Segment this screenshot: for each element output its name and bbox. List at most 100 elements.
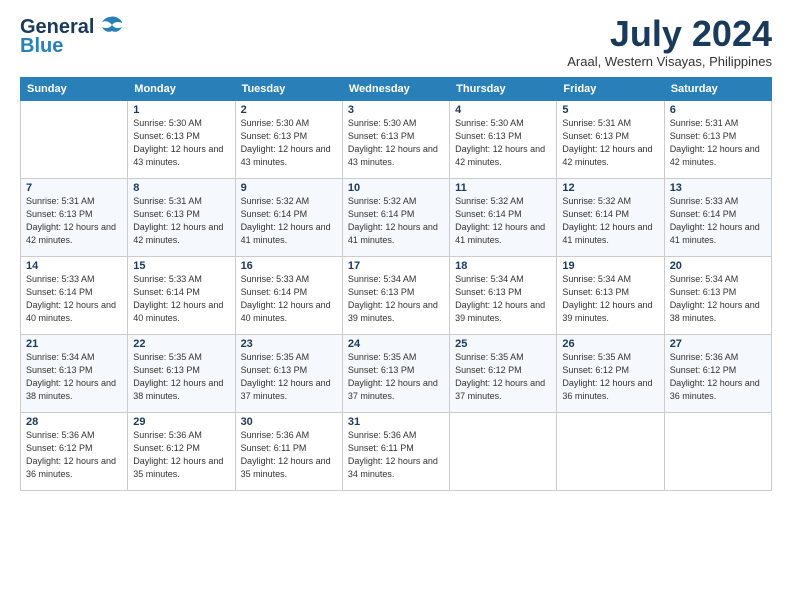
- day-number: 4: [455, 104, 551, 116]
- day-number: 6: [670, 104, 766, 116]
- calendar-week-row: 1Sunrise: 5:30 AMSunset: 6:13 PMDaylight…: [21, 101, 772, 179]
- title-area: July 2024 Araal, Western Visayas, Philip…: [567, 16, 772, 69]
- location: Araal, Western Visayas, Philippines: [567, 54, 772, 69]
- day-info: Sunrise: 5:34 AMSunset: 6:13 PMDaylight:…: [562, 273, 658, 325]
- table-row: 25Sunrise: 5:35 AMSunset: 6:12 PMDayligh…: [450, 335, 557, 413]
- day-info: Sunrise: 5:34 AMSunset: 6:13 PMDaylight:…: [348, 273, 444, 325]
- table-row: 20Sunrise: 5:34 AMSunset: 6:13 PMDayligh…: [664, 257, 771, 335]
- table-row: 4Sunrise: 5:30 AMSunset: 6:13 PMDaylight…: [450, 101, 557, 179]
- day-info: Sunrise: 5:32 AMSunset: 6:14 PMDaylight:…: [348, 195, 444, 247]
- table-row: 23Sunrise: 5:35 AMSunset: 6:13 PMDayligh…: [235, 335, 342, 413]
- table-row: 5Sunrise: 5:31 AMSunset: 6:13 PMDaylight…: [557, 101, 664, 179]
- day-number: 14: [26, 260, 122, 272]
- page: General Blue July 2024 Araal, Western Vi…: [0, 0, 792, 612]
- table-row: 8Sunrise: 5:31 AMSunset: 6:13 PMDaylight…: [128, 179, 235, 257]
- table-row: 15Sunrise: 5:33 AMSunset: 6:14 PMDayligh…: [128, 257, 235, 335]
- table-row: 19Sunrise: 5:34 AMSunset: 6:13 PMDayligh…: [557, 257, 664, 335]
- table-row: 21Sunrise: 5:34 AMSunset: 6:13 PMDayligh…: [21, 335, 128, 413]
- day-info: Sunrise: 5:33 AMSunset: 6:14 PMDaylight:…: [26, 273, 122, 325]
- table-row: 31Sunrise: 5:36 AMSunset: 6:11 PMDayligh…: [342, 413, 449, 491]
- table-row: 11Sunrise: 5:32 AMSunset: 6:14 PMDayligh…: [450, 179, 557, 257]
- day-number: 19: [562, 260, 658, 272]
- table-row: [664, 413, 771, 491]
- col-thursday: Thursday: [450, 78, 557, 101]
- day-number: 22: [133, 338, 229, 350]
- calendar-header-row: Sunday Monday Tuesday Wednesday Thursday…: [21, 78, 772, 101]
- day-number: 11: [455, 182, 551, 194]
- day-info: Sunrise: 5:34 AMSunset: 6:13 PMDaylight:…: [670, 273, 766, 325]
- day-info: Sunrise: 5:33 AMSunset: 6:14 PMDaylight:…: [241, 273, 337, 325]
- col-saturday: Saturday: [664, 78, 771, 101]
- day-number: 27: [670, 338, 766, 350]
- table-row: 24Sunrise: 5:35 AMSunset: 6:13 PMDayligh…: [342, 335, 449, 413]
- day-number: 24: [348, 338, 444, 350]
- day-number: 1: [133, 104, 229, 116]
- day-info: Sunrise: 5:30 AMSunset: 6:13 PMDaylight:…: [133, 117, 229, 169]
- col-monday: Monday: [128, 78, 235, 101]
- day-number: 21: [26, 338, 122, 350]
- day-info: Sunrise: 5:32 AMSunset: 6:14 PMDaylight:…: [241, 195, 337, 247]
- day-info: Sunrise: 5:35 AMSunset: 6:12 PMDaylight:…: [455, 351, 551, 403]
- col-sunday: Sunday: [21, 78, 128, 101]
- table-row: 12Sunrise: 5:32 AMSunset: 6:14 PMDayligh…: [557, 179, 664, 257]
- col-friday: Friday: [557, 78, 664, 101]
- day-info: Sunrise: 5:30 AMSunset: 6:13 PMDaylight:…: [348, 117, 444, 169]
- table-row: 26Sunrise: 5:35 AMSunset: 6:12 PMDayligh…: [557, 335, 664, 413]
- day-number: 28: [26, 416, 122, 428]
- table-row: 1Sunrise: 5:30 AMSunset: 6:13 PMDaylight…: [128, 101, 235, 179]
- day-number: 10: [348, 182, 444, 194]
- day-number: 15: [133, 260, 229, 272]
- calendar-table: Sunday Monday Tuesday Wednesday Thursday…: [20, 77, 772, 491]
- day-number: 8: [133, 182, 229, 194]
- header: General Blue July 2024 Araal, Western Vi…: [20, 16, 772, 69]
- table-row: 29Sunrise: 5:36 AMSunset: 6:12 PMDayligh…: [128, 413, 235, 491]
- day-number: 3: [348, 104, 444, 116]
- day-number: 12: [562, 182, 658, 194]
- logo-blue-text: Blue: [20, 35, 63, 58]
- calendar-week-row: 28 Sunrise: 5:36 AMSunset: 6:12 PMDayligh…: [21, 413, 772, 491]
- day-info: Sunrise: 5:31 AMSunset: 6:13 PMDaylight:…: [670, 117, 766, 169]
- table-row: 3Sunrise: 5:30 AMSunset: 6:13 PMDaylight…: [342, 101, 449, 179]
- day-number: 17: [348, 260, 444, 272]
- day-info: Sunrise: 5:32 AMSunset: 6:14 PMDaylight:…: [455, 195, 551, 247]
- table-row: 30Sunrise: 5:36 AMSunset: 6:11 PMDayligh…: [235, 413, 342, 491]
- day-info: Sunrise: 5:36 AMSunset: 6:12 PMDaylight:…: [133, 429, 229, 481]
- table-row: 22Sunrise: 5:35 AMSunset: 6:13 PMDayligh…: [128, 335, 235, 413]
- table-row: 16Sunrise: 5:33 AMSunset: 6:14 PMDayligh…: [235, 257, 342, 335]
- day-number: 23: [241, 338, 337, 350]
- table-row: 9Sunrise: 5:32 AMSunset: 6:14 PMDaylight…: [235, 179, 342, 257]
- day-info: Sunrise: 5:35 AMSunset: 6:13 PMDaylight:…: [348, 351, 444, 403]
- day-info: Sunrise: 5:33 AMSunset: 6:14 PMDaylight:…: [670, 195, 766, 247]
- calendar-week-row: 14Sunrise: 5:33 AMSunset: 6:14 PMDayligh…: [21, 257, 772, 335]
- table-row: 7Sunrise: 5:31 AMSunset: 6:13 PMDaylight…: [21, 179, 128, 257]
- day-number: 26: [562, 338, 658, 350]
- table-row: 28Sunrise: 5:36 AMSunset: 6:12 PMDayligh…: [21, 413, 128, 491]
- table-row: 14Sunrise: 5:33 AMSunset: 6:14 PMDayligh…: [21, 257, 128, 335]
- day-number: 9: [241, 182, 337, 194]
- day-info: Sunrise: 5:36 AMSunset: 6:11 PMDaylight:…: [241, 429, 337, 481]
- col-tuesday: Tuesday: [235, 78, 342, 101]
- day-info: Sunrise: 5:31 AMSunset: 6:13 PMDaylight:…: [26, 195, 122, 247]
- table-row: [557, 413, 664, 491]
- day-number: 5: [562, 104, 658, 116]
- day-number: 18: [455, 260, 551, 272]
- day-number: 2: [241, 104, 337, 116]
- day-number: 25: [455, 338, 551, 350]
- day-info: Sunrise: 5:34 AMSunset: 6:13 PMDaylight:…: [455, 273, 551, 325]
- day-info: Sunrise: 5:34 AMSunset: 6:13 PMDaylight:…: [26, 351, 122, 403]
- month-title: July 2024: [567, 16, 772, 52]
- logo-bird-icon: [96, 15, 124, 37]
- day-info: Sunrise: 5:30 AMSunset: 6:13 PMDaylight:…: [455, 117, 551, 169]
- day-info: Sunrise: 5:31 AMSunset: 6:13 PMDaylight:…: [562, 117, 658, 169]
- col-wednesday: Wednesday: [342, 78, 449, 101]
- day-info: Sunrise: 5:33 AMSunset: 6:14 PMDaylight:…: [133, 273, 229, 325]
- day-info: Sunrise: 5:31 AMSunset: 6:13 PMDaylight:…: [133, 195, 229, 247]
- table-row: 10Sunrise: 5:32 AMSunset: 6:14 PMDayligh…: [342, 179, 449, 257]
- calendar-week-row: 7Sunrise: 5:31 AMSunset: 6:13 PMDaylight…: [21, 179, 772, 257]
- day-number: 20: [670, 260, 766, 272]
- day-info: Sunrise: 5:36 AMSunset: 6:11 PMDaylight:…: [348, 429, 444, 481]
- day-info: Sunrise: 5:32 AMSunset: 6:14 PMDaylight:…: [562, 195, 658, 247]
- table-row: [21, 101, 128, 179]
- day-number: 31: [348, 416, 444, 428]
- table-row: 2Sunrise: 5:30 AMSunset: 6:13 PMDaylight…: [235, 101, 342, 179]
